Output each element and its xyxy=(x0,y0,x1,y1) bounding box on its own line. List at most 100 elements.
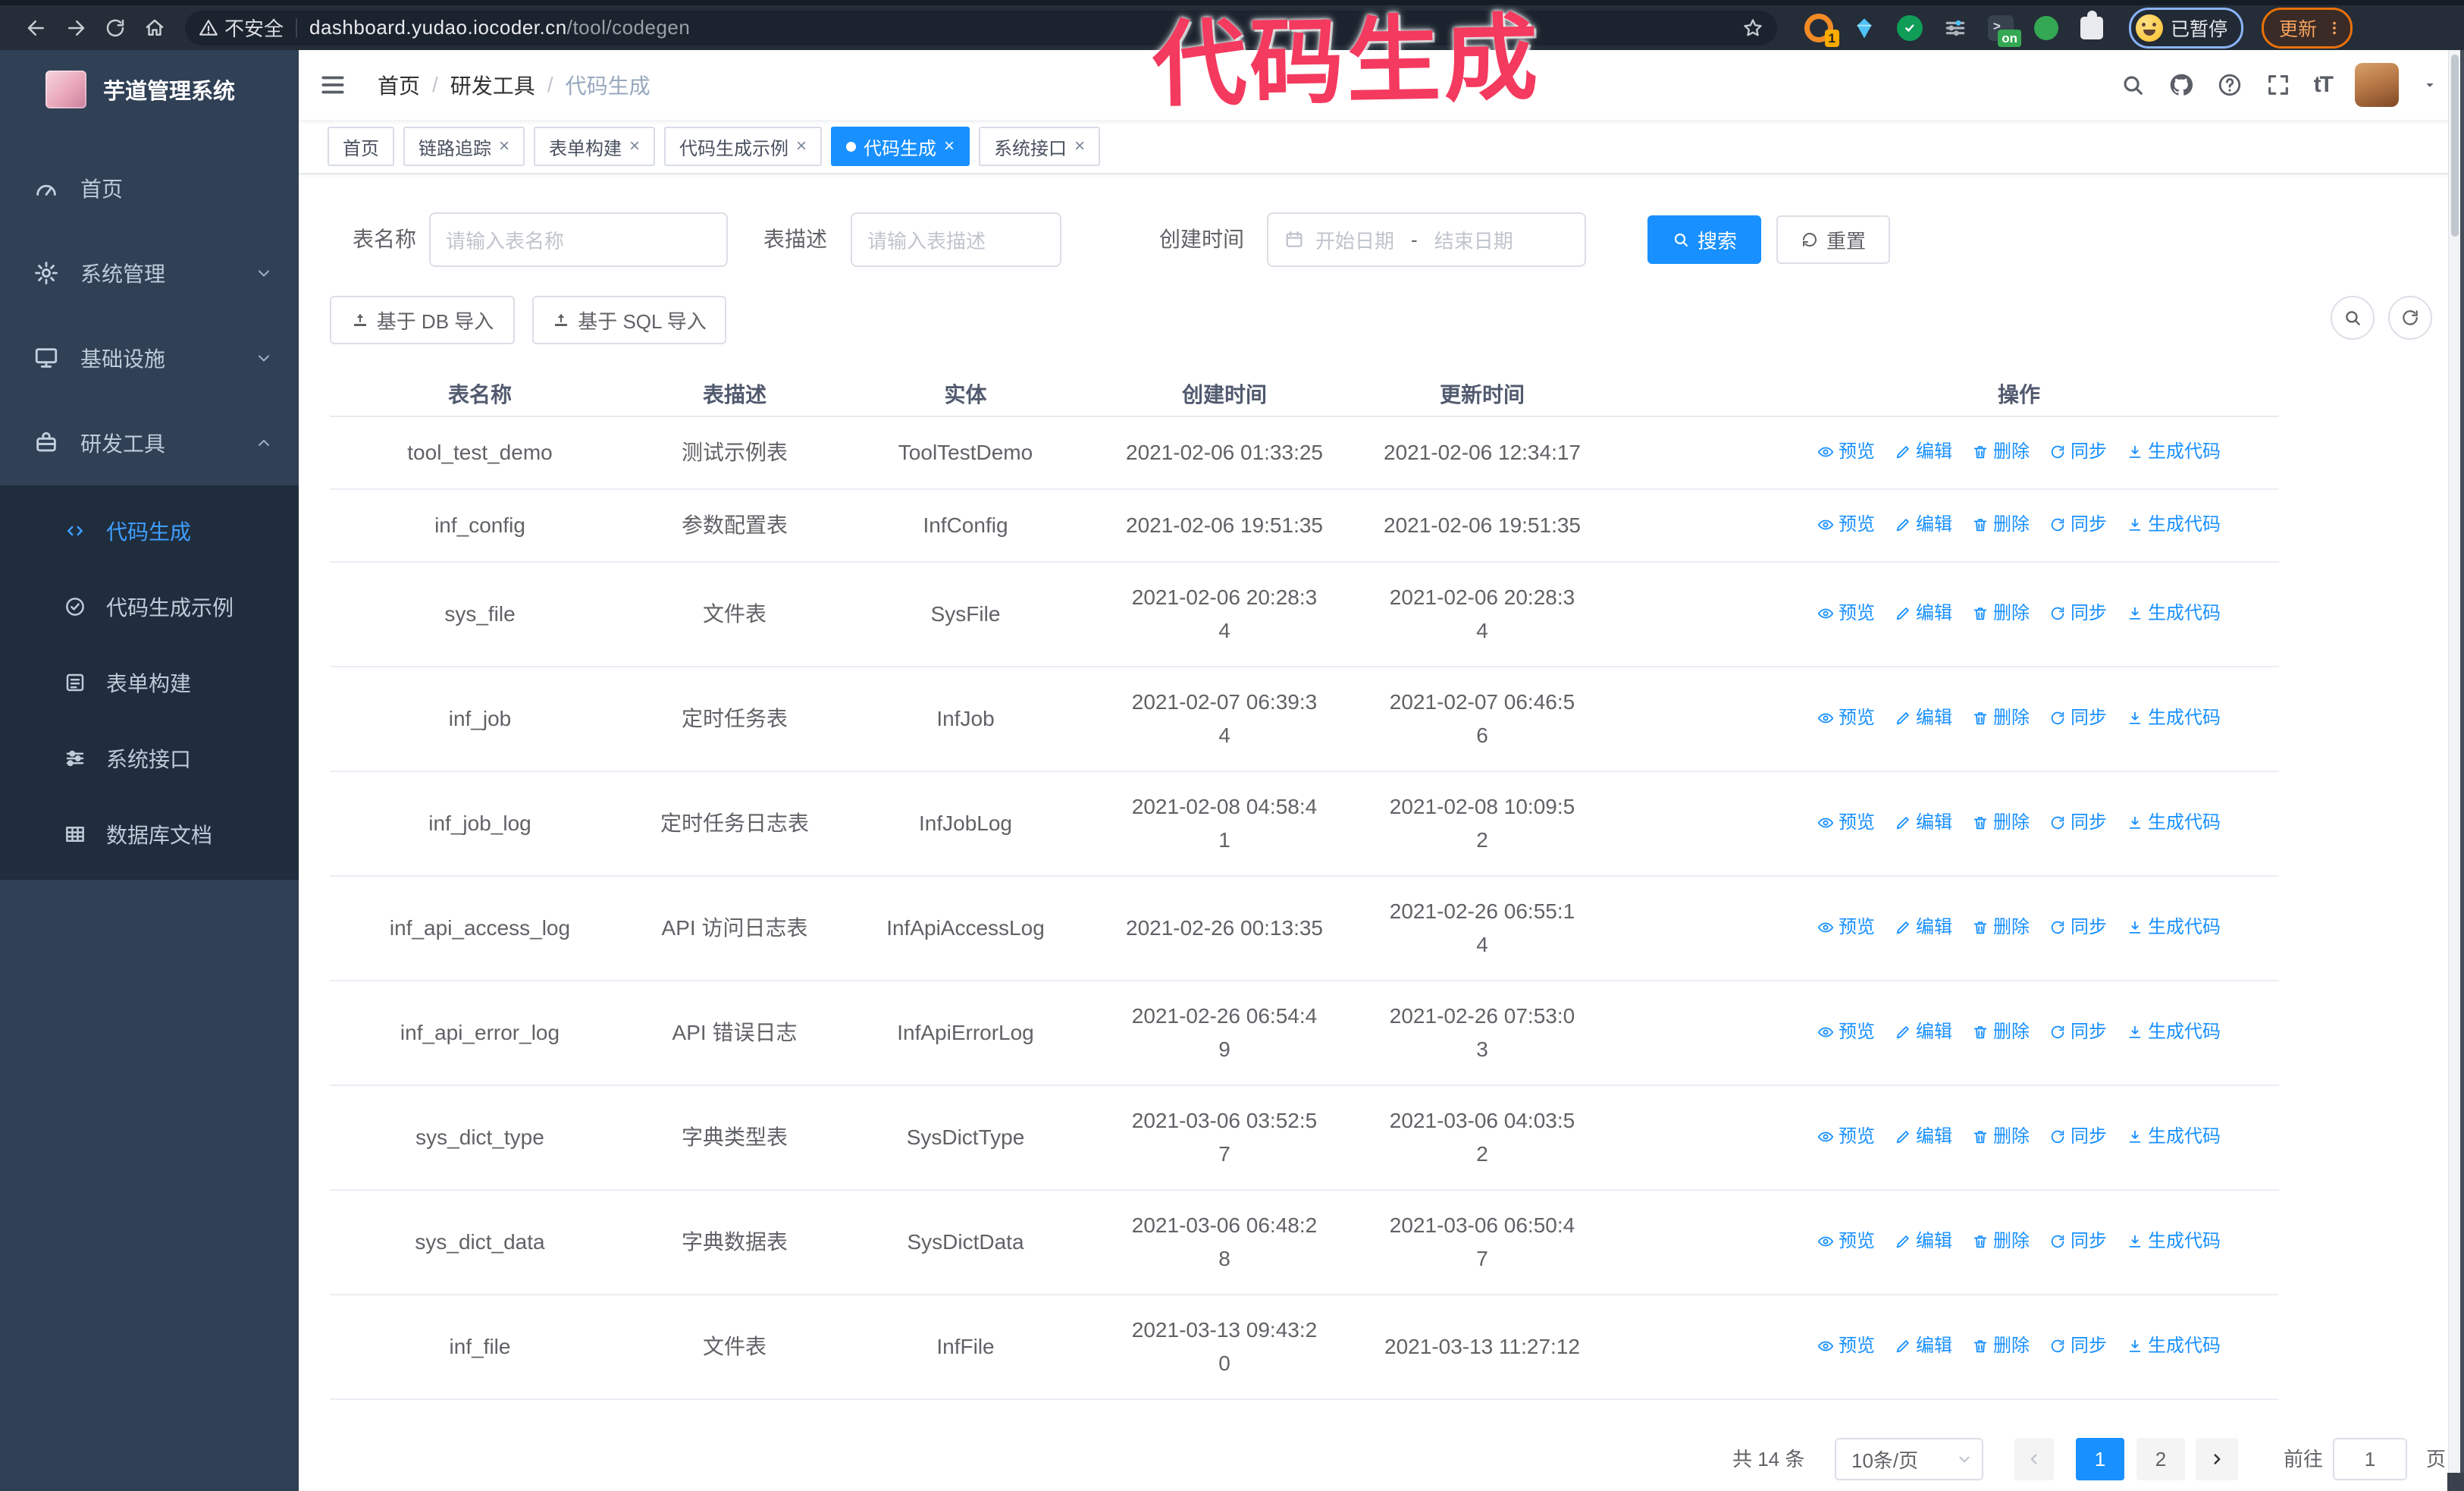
browser-update-button[interactable]: 更新 xyxy=(2262,7,2353,49)
op-download-button[interactable]: 生成代码 xyxy=(2127,1225,2221,1258)
tag-3[interactable]: 代码生成示例 × xyxy=(664,127,823,166)
op-sync-button[interactable]: 同步 xyxy=(2049,1015,2107,1049)
extension-toggles-icon[interactable] xyxy=(1941,14,1970,42)
extension-shield-icon[interactable] xyxy=(1895,14,1924,42)
op-sync-button[interactable]: 同步 xyxy=(2049,1225,2107,1258)
tag-close-icon[interactable]: × xyxy=(1074,137,1085,155)
op-trash-button[interactable]: 删除 xyxy=(1972,702,2030,735)
tag-close-icon[interactable]: × xyxy=(629,137,640,155)
browser-profile-chip[interactable]: 已暂停 xyxy=(2129,7,2244,49)
extension-gem-icon[interactable] xyxy=(1850,14,1879,42)
op-edit-button[interactable]: 编辑 xyxy=(1895,1015,1952,1049)
extension-ring-icon[interactable]: 1 xyxy=(1804,13,1839,47)
sidebar-subitem-1[interactable]: 代码生成示例 xyxy=(0,569,299,645)
github-icon[interactable] xyxy=(2168,72,2194,98)
op-download-button[interactable]: 生成代码 xyxy=(2127,911,2221,944)
op-eye-button[interactable]: 预览 xyxy=(1817,1225,1875,1258)
font-size-icon[interactable]: tT xyxy=(2314,72,2334,98)
goto-page-input[interactable] xyxy=(2333,1438,2407,1480)
op-sync-button[interactable]: 同步 xyxy=(2049,597,2107,630)
op-eye-button[interactable]: 预览 xyxy=(1817,435,1875,469)
extension-terminal-icon[interactable]: >_ on xyxy=(1986,14,2021,47)
address-bar[interactable]: 不安全 dashboard.yudao.iocoder.cn/tool/code… xyxy=(185,10,1777,46)
browser-home-icon[interactable] xyxy=(135,10,174,46)
search-button[interactable]: 搜索 xyxy=(1647,215,1761,264)
import-db-button[interactable]: 基于 DB 导入 xyxy=(330,296,515,344)
op-edit-button[interactable]: 编辑 xyxy=(1895,806,1952,840)
reset-button[interactable]: 重置 xyxy=(1776,215,1890,264)
op-download-button[interactable]: 生成代码 xyxy=(2127,806,2221,840)
fullscreen-icon[interactable] xyxy=(2265,72,2291,98)
op-trash-button[interactable]: 删除 xyxy=(1972,911,2030,944)
op-download-button[interactable]: 生成代码 xyxy=(2127,702,2221,735)
op-download-button[interactable]: 生成代码 xyxy=(2127,508,2221,541)
prev-page-button[interactable] xyxy=(2014,1438,2054,1480)
page-scrollbar[interactable] xyxy=(2448,50,2460,1491)
op-trash-button[interactable]: 删除 xyxy=(1972,508,2030,541)
extension-puzzle-icon[interactable] xyxy=(2077,10,2106,42)
op-sync-button[interactable]: 同步 xyxy=(2049,911,2107,944)
op-edit-button[interactable]: 编辑 xyxy=(1895,435,1952,469)
sidebar-item-devtools[interactable]: 研发工具 xyxy=(0,400,299,485)
op-eye-button[interactable]: 预览 xyxy=(1817,508,1875,541)
sidebar-subitem-4[interactable]: 数据库文档 xyxy=(0,796,299,872)
op-eye-button[interactable]: 预览 xyxy=(1817,1120,1875,1154)
op-download-button[interactable]: 生成代码 xyxy=(2127,1015,2221,1049)
op-edit-button[interactable]: 编辑 xyxy=(1895,911,1952,944)
op-sync-button[interactable]: 同步 xyxy=(2049,1120,2107,1154)
op-download-button[interactable]: 生成代码 xyxy=(2127,597,2221,630)
next-page-button[interactable] xyxy=(2196,1438,2238,1480)
page-size-select[interactable]: 10条/页 xyxy=(1835,1438,1983,1480)
op-edit-button[interactable]: 编辑 xyxy=(1895,597,1952,630)
extension-green-icon[interactable] xyxy=(2032,14,2061,42)
toggle-search-button[interactable] xyxy=(2331,296,2375,340)
sidebar-item-home[interactable]: 首页 xyxy=(0,146,299,231)
op-download-button[interactable]: 生成代码 xyxy=(2127,1329,2221,1363)
table-desc-input[interactable]: 请输入表描述 xyxy=(851,212,1061,267)
op-sync-button[interactable]: 同步 xyxy=(2049,1329,2107,1363)
op-edit-button[interactable]: 编辑 xyxy=(1895,1329,1952,1363)
help-icon[interactable] xyxy=(2217,72,2243,98)
sidebar-subitem-0[interactable]: 代码生成 xyxy=(0,493,299,569)
op-edit-button[interactable]: 编辑 xyxy=(1895,1225,1952,1258)
op-eye-button[interactable]: 预览 xyxy=(1817,1329,1875,1363)
header-search-icon[interactable] xyxy=(2120,72,2146,98)
op-trash-button[interactable]: 删除 xyxy=(1972,806,2030,840)
breadcrumb-item[interactable]: 研发工具 xyxy=(450,70,535,100)
op-trash-button[interactable]: 删除 xyxy=(1972,1015,2030,1049)
op-sync-button[interactable]: 同步 xyxy=(2049,806,2107,840)
op-eye-button[interactable]: 预览 xyxy=(1817,597,1875,630)
browser-forward-icon[interactable] xyxy=(56,10,96,46)
tag-close-icon[interactable]: × xyxy=(944,137,955,155)
op-sync-button[interactable]: 同步 xyxy=(2049,508,2107,541)
user-avatar[interactable] xyxy=(2355,63,2399,107)
tag-5[interactable]: 系统接口 × xyxy=(979,127,1101,166)
scrollbar-thumb[interactable] xyxy=(2451,55,2459,237)
op-download-button[interactable]: 生成代码 xyxy=(2127,435,2221,469)
op-sync-button[interactable]: 同步 xyxy=(2049,435,2107,469)
sidebar-subitem-3[interactable]: 系统接口 xyxy=(0,720,299,796)
op-trash-button[interactable]: 删除 xyxy=(1972,597,2030,630)
op-edit-button[interactable]: 编辑 xyxy=(1895,1120,1952,1154)
sidebar-item-system[interactable]: 系统管理 xyxy=(0,231,299,315)
op-trash-button[interactable]: 删除 xyxy=(1972,1120,2030,1154)
security-warning[interactable]: 不安全 xyxy=(199,14,284,42)
browser-reload-icon[interactable] xyxy=(96,10,135,46)
tag-2[interactable]: 表单构建 × xyxy=(534,127,656,166)
page-button-2[interactable]: 2 xyxy=(2136,1438,2185,1480)
op-download-button[interactable]: 生成代码 xyxy=(2127,1120,2221,1154)
tag-1[interactable]: 链路追踪 × xyxy=(403,127,525,166)
page-button-1[interactable]: 1 xyxy=(2076,1438,2124,1480)
hamburger-icon[interactable] xyxy=(318,71,347,99)
sidebar-item-infra[interactable]: 基础设施 xyxy=(0,315,299,400)
op-trash-button[interactable]: 删除 xyxy=(1972,435,2030,469)
refresh-table-button[interactable] xyxy=(2388,296,2432,340)
tag-close-icon[interactable]: × xyxy=(796,137,807,155)
tag-close-icon[interactable]: × xyxy=(499,137,509,155)
date-range-picker[interactable]: 开始日期 - 结束日期 xyxy=(1267,212,1586,267)
op-trash-button[interactable]: 删除 xyxy=(1972,1225,2030,1258)
bookmark-star-icon[interactable] xyxy=(1742,17,1763,39)
op-edit-button[interactable]: 编辑 xyxy=(1895,702,1952,735)
op-eye-button[interactable]: 预览 xyxy=(1817,1015,1875,1049)
op-edit-button[interactable]: 编辑 xyxy=(1895,508,1952,541)
